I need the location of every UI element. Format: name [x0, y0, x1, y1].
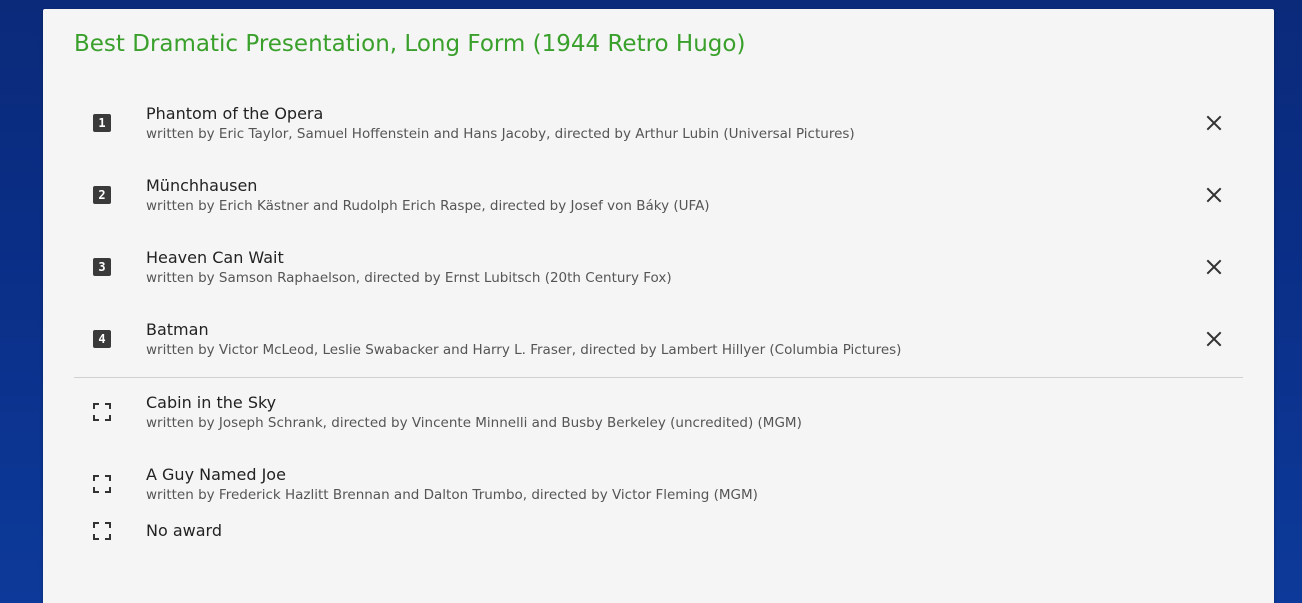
- nominee-title: A Guy Named Joe: [146, 465, 286, 484]
- nominee-text: Phantom of the Opera written by Eric Tay…: [146, 103, 1183, 143]
- nominee-text: Münchhausen written by Erich Kästner and…: [146, 175, 1183, 215]
- nominee-title: No award: [146, 521, 222, 540]
- nominee-details: written by Joseph Schrank, directed by V…: [146, 415, 802, 431]
- nominee-text: No award: [146, 520, 1183, 542]
- close-icon[interactable]: [1205, 330, 1223, 348]
- nominee-title: Phantom of the Opera: [146, 104, 324, 123]
- ballot-card: Best Dramatic Presentation, Long Form (1…: [43, 9, 1274, 603]
- nominee-title: Heaven Can Wait: [146, 248, 284, 267]
- ranked-item[interactable]: 3 Heaven Can Wait written by Samson Raph…: [74, 233, 1243, 305]
- unranked-item[interactable]: Cabin in the Sky written by Joseph Schra…: [74, 378, 1243, 450]
- select-frame-icon[interactable]: [93, 475, 111, 493]
- unranked-item[interactable]: No award: [74, 520, 1243, 582]
- select-frame-icon[interactable]: [93, 522, 111, 540]
- nominee-details: written by Frederick Hazlitt Brennan and…: [146, 487, 758, 503]
- nominee-title: Cabin in the Sky: [146, 393, 277, 412]
- close-icon[interactable]: [1205, 186, 1223, 204]
- rank-badge: 1: [93, 114, 111, 132]
- rank-badge: 2: [93, 186, 111, 204]
- nominee-details: written by Samson Raphaelson, directed b…: [146, 270, 672, 286]
- nominee-details: written by Eric Taylor, Samuel Hoffenste…: [146, 126, 855, 142]
- nominee-list: 1 Phantom of the Opera written by Eric T…: [74, 89, 1243, 582]
- nominee-text: Cabin in the Sky written by Joseph Schra…: [146, 392, 1183, 432]
- ranked-item[interactable]: 4 Batman written by Victor McLeod, Lesli…: [74, 305, 1243, 377]
- nominee-details: written by Victor McLeod, Leslie Swaback…: [146, 342, 902, 358]
- ranked-item[interactable]: 1 Phantom of the Opera written by Eric T…: [74, 89, 1243, 161]
- close-icon[interactable]: [1205, 258, 1223, 276]
- nominee-title: Batman: [146, 320, 209, 339]
- category-title: Best Dramatic Presentation, Long Form (1…: [74, 31, 746, 57]
- ranked-item[interactable]: 2 Münchhausen written by Erich Kästner a…: [74, 161, 1243, 233]
- nominee-text: A Guy Named Joe written by Frederick Haz…: [146, 464, 1183, 504]
- select-frame-icon[interactable]: [93, 403, 111, 421]
- nominee-title: Münchhausen: [146, 176, 258, 195]
- nominee-details: written by Erich Kästner and Rudolph Eri…: [146, 198, 710, 214]
- rank-badge: 3: [93, 258, 111, 276]
- nominee-text: Batman written by Victor McLeod, Leslie …: [146, 319, 1183, 359]
- close-icon[interactable]: [1205, 114, 1223, 132]
- nominee-text: Heaven Can Wait written by Samson Raphae…: [146, 247, 1183, 287]
- rank-badge: 4: [93, 330, 111, 348]
- unranked-item[interactable]: A Guy Named Joe written by Frederick Haz…: [74, 450, 1243, 522]
